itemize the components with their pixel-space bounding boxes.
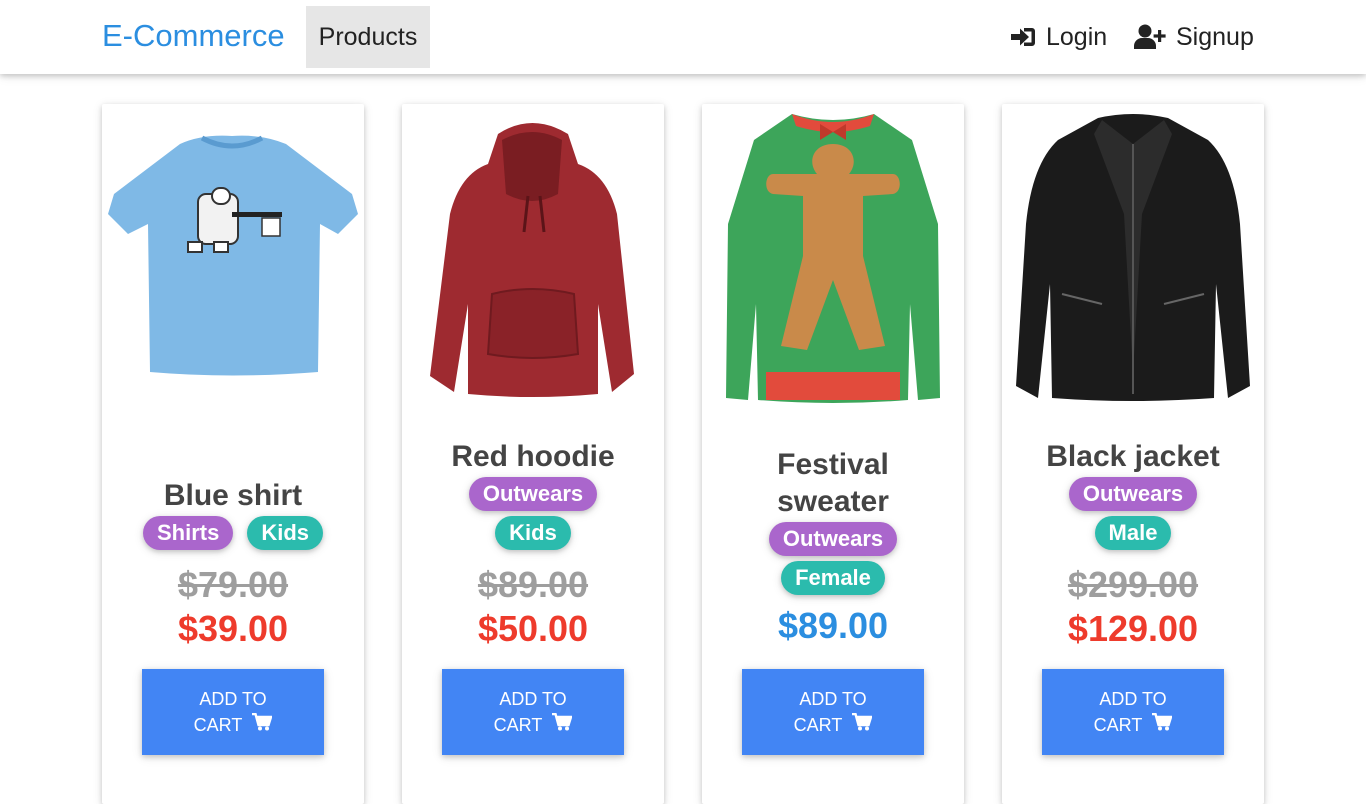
button-label-line1: ADD TO (199, 689, 267, 709)
tag-badge[interactable]: Female (781, 561, 885, 595)
original-price: $89.00 (477, 564, 589, 605)
signup-link[interactable]: Signup (1134, 20, 1254, 54)
tag-list: Outwears Female (768, 522, 898, 595)
shopping-cart-icon (1152, 712, 1173, 738)
product-card: Festival sweater Outwears Female $89.00 … (702, 104, 964, 804)
navbar: E-Commerce Products Login Signup (0, 0, 1366, 74)
brand-logo[interactable]: E-Commerce (102, 17, 285, 55)
button-label-line2: CART (493, 715, 543, 735)
product-title: Red hoodie (451, 440, 615, 473)
shopping-cart-icon (852, 712, 873, 738)
sale-price: $129.00 (1067, 608, 1199, 649)
button-label-line2: CART (193, 715, 243, 735)
button-label-line2: CART (1093, 715, 1143, 735)
shopping-cart-icon (252, 712, 273, 738)
tag-list: Shirts Kids (142, 516, 324, 550)
tag-badge[interactable]: Outwears (468, 477, 598, 511)
button-label-line1: ADD TO (1099, 689, 1167, 709)
original-price: $299.00 (1067, 564, 1199, 605)
shopping-cart-icon (552, 712, 573, 738)
add-to-cart-button[interactable]: ADD TO CART (1042, 669, 1224, 755)
tag-badge[interactable]: Male (1094, 516, 1172, 550)
tag-badge[interactable]: Shirts (142, 516, 234, 550)
original-price: $79.00 (177, 564, 289, 605)
login-label: Login (1046, 22, 1108, 51)
add-to-cart-button[interactable]: ADD TO CART (142, 669, 324, 755)
gingerbread-sweater-image (702, 104, 964, 414)
product-card: Blue shirt Shirts Kids $79.00 $39.00 ADD… (102, 104, 364, 804)
product-card: Black jacket Outwears Male $299.00 $129.… (1002, 104, 1264, 804)
tag-badge[interactable]: Kids (247, 516, 324, 550)
button-label-line1: ADD TO (799, 689, 867, 709)
product-title: Blue shirt (163, 479, 303, 512)
tag-badge[interactable]: Outwears (1068, 477, 1198, 511)
add-to-cart-button[interactable]: ADD TO CART (742, 669, 924, 755)
button-label-line2: CART (793, 715, 843, 735)
tag-list: Outwears Kids (468, 477, 598, 550)
button-label-line1: ADD TO (499, 689, 567, 709)
tag-badge[interactable]: Kids (495, 516, 571, 550)
sale-price: $39.00 (177, 608, 289, 649)
login-link[interactable]: Login (1010, 20, 1107, 54)
signup-label: Signup (1176, 22, 1254, 51)
product-card: Red hoodie Outwears Kids $89.00 $50.00 A… (402, 104, 664, 804)
product-title: Black jacket (1046, 440, 1220, 473)
user-plus-icon (1134, 24, 1166, 50)
blue-tshirt-image (102, 104, 364, 414)
product-title: Festival sweater (777, 448, 889, 518)
sale-price: $50.00 (477, 608, 589, 649)
black-leather-jacket-image (1002, 104, 1264, 414)
tag-list: Outwears Male (1068, 477, 1198, 550)
price: $89.00 (777, 605, 889, 646)
red-hoodie-image (402, 104, 664, 414)
add-to-cart-button[interactable]: ADD TO CART (442, 669, 624, 755)
tag-badge[interactable]: Outwears (768, 522, 898, 556)
sign-in-icon (1010, 26, 1036, 48)
nav-products[interactable]: Products (306, 6, 430, 68)
